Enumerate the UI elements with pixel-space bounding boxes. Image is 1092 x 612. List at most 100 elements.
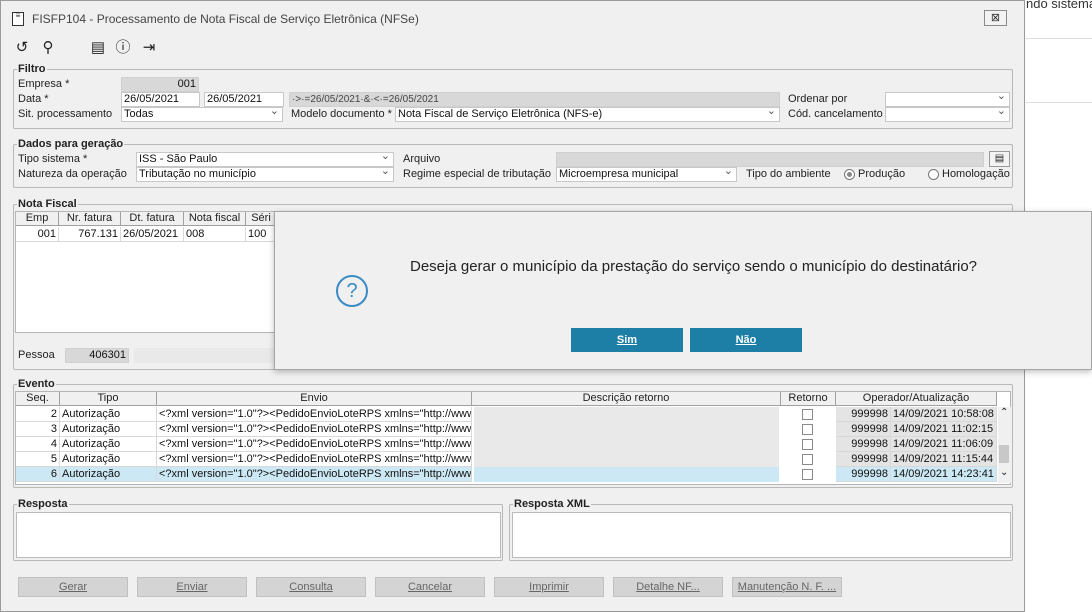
data-label: Data *: [18, 93, 49, 105]
no-button[interactable]: Não: [690, 328, 802, 352]
enviar-button[interactable]: Enviar: [137, 577, 247, 597]
gerar-button[interactable]: Gerar: [18, 577, 128, 597]
producao-label: Produção: [858, 168, 906, 180]
scroll-up-icon[interactable]: ⌃: [1000, 407, 1008, 418]
resposta-textarea[interactable]: [16, 512, 501, 558]
regime-especial-select[interactable]: Microempresa municipal: [556, 167, 737, 182]
imprimir-button[interactable]: Imprimir: [494, 577, 604, 597]
seq-cell: 6: [16, 467, 60, 482]
producao-radio[interactable]: [844, 169, 855, 180]
evento-rows: 2 Autorização <?xml version="1.0"?><Pedido…: [16, 407, 998, 483]
vertical-scrollbar[interactable]: ⌃ ⌄: [998, 407, 1011, 483]
retorno-desc-redacted: [474, 452, 779, 467]
evento-legend: Evento: [18, 378, 55, 390]
column-header[interactable]: Envio: [157, 392, 472, 406]
atualizacao-cell: 14/09/2021 10:58:08: [891, 407, 997, 422]
column-header[interactable]: Retorno: [781, 392, 836, 406]
natureza-operacao-select[interactable]: Tributação no município: [136, 167, 394, 182]
nota-fiscal-legend: Nota Fiscal: [18, 198, 77, 210]
regime-especial-label: Regime especial de tributação: [403, 168, 551, 180]
retorno-checkbox[interactable]: [802, 409, 813, 420]
close-button[interactable]: ⊠: [984, 10, 1007, 26]
dialog-message: Deseja gerar o município da prestação do…: [410, 258, 977, 275]
operador-cell: 999998: [836, 437, 891, 452]
emp-cell: 001: [16, 227, 59, 242]
tipo-sistema-label: Tipo sistema *: [18, 153, 88, 165]
document-icon: ≡: [12, 12, 24, 26]
generation-legend: Dados para geração: [18, 138, 124, 150]
empresa-field: 001: [121, 77, 199, 92]
tipo-sistema-select[interactable]: ISS - São Paulo: [136, 152, 394, 167]
date-expression-field: ·>·=26/05/2021·&·<·=26/05/2021: [289, 92, 780, 107]
yes-button[interactable]: Sim: [571, 328, 683, 352]
nota-cell: 008: [184, 227, 246, 242]
column-header[interactable]: Descrição retorno: [472, 392, 781, 406]
scroll-down-icon[interactable]: ⌄: [1000, 467, 1008, 478]
resposta-legend: Resposta: [18, 498, 68, 510]
date-to-field[interactable]: 26/05/2021: [204, 92, 284, 107]
undo-icon[interactable]: ↺: [13, 39, 31, 57]
dt-fatura-cell: 26/05/2021: [121, 227, 184, 242]
detalhe-nf-button[interactable]: Detalhe NF...: [613, 577, 723, 597]
operador-cell: 999998: [836, 422, 891, 437]
column-header[interactable]: Tipo: [60, 392, 157, 406]
browse-file-icon[interactable]: ▤: [989, 151, 1010, 167]
manutencao-nf-button[interactable]: Manutenção N. F. ...: [732, 577, 842, 597]
retorno-checkbox[interactable]: [802, 454, 813, 465]
help-icon[interactable]: ⓘ: [114, 39, 132, 57]
calendar-icon[interactable]: ▤: [89, 39, 107, 57]
consulta-button[interactable]: Consulta: [256, 577, 366, 597]
column-header[interactable]: Nr. fatura: [59, 212, 121, 226]
ordenar-por-label: Ordenar por: [788, 93, 848, 105]
ordenar-por-select[interactable]: [885, 92, 1010, 107]
retorno-checkbox[interactable]: [802, 469, 813, 480]
sit-processamento-select[interactable]: Todas: [121, 107, 283, 122]
operador-cell: 999998: [836, 467, 891, 482]
resposta-xml-textarea[interactable]: [512, 512, 1011, 558]
exit-icon[interactable]: ⇥: [140, 39, 158, 57]
homologacao-radio[interactable]: [928, 169, 939, 180]
question-icon: ?: [336, 275, 368, 307]
envio-cell: <?xml version="1.0"?><PedidoEnvioLoteRPS…: [157, 452, 472, 467]
tipo-ambiente-label: Tipo do ambiente: [746, 168, 831, 180]
cancelar-button[interactable]: Cancelar: [375, 577, 485, 597]
date-from-field[interactable]: 26/05/2021: [121, 92, 200, 107]
column-header[interactable]: Seq.: [16, 392, 60, 406]
evento-table: Seq. Tipo Envio Descrição retorno Retorn…: [15, 391, 1011, 485]
retorno-desc-redacted: [474, 422, 779, 437]
retorno-checkbox[interactable]: [802, 439, 813, 450]
column-header[interactable]: Dt. fatura: [121, 212, 184, 226]
background-divider: [1026, 38, 1092, 39]
envio-cell: <?xml version="1.0"?><PedidoEnvioLoteRPS…: [157, 467, 472, 482]
modelo-documento-label: Modelo documento *: [291, 108, 392, 120]
retorno-checkbox[interactable]: [802, 424, 813, 435]
envio-cell: <?xml version="1.0"?><PedidoEnvioLoteRPS…: [157, 437, 472, 452]
retorno-desc-redacted: [474, 467, 779, 482]
modelo-documento-select[interactable]: Nota Fiscal de Serviço Eletrônica (NFS-e…: [395, 107, 780, 122]
column-header[interactable]: Nota fiscal: [184, 212, 246, 226]
atualizacao-cell: 14/09/2021 11:02:15: [891, 422, 997, 437]
cod-cancelamento-select[interactable]: [885, 107, 1010, 122]
filter-legend: Filtro: [18, 63, 46, 75]
column-header[interactable]: Séri: [246, 212, 277, 226]
tipo-cell: Autorização: [60, 407, 157, 422]
tipo-cell: Autorização: [60, 452, 157, 467]
background-divider: [1026, 102, 1092, 103]
column-header[interactable]: Emp: [16, 212, 59, 226]
tipo-cell: Autorização: [60, 467, 157, 482]
operador-cell: 999998: [836, 452, 891, 467]
natureza-operacao-label: Natureza da operação: [18, 168, 127, 180]
window-title: FISFP104 - Processamento de Nota Fiscal …: [32, 12, 419, 26]
envio-cell: <?xml version="1.0"?><PedidoEnvioLoteRPS…: [157, 422, 472, 437]
seq-cell: 5: [16, 452, 60, 467]
pessoa-label: Pessoa: [18, 349, 55, 361]
arquivo-label: Arquivo: [403, 153, 441, 165]
tipo-cell: Autorização: [60, 422, 157, 437]
column-header[interactable]: Operador/Atualização: [836, 392, 997, 406]
scrollbar-thumb[interactable]: [999, 445, 1009, 463]
arquivo-field: [556, 152, 984, 167]
atualizacao-cell: 14/09/2021 11:06:09: [891, 437, 997, 452]
search-icon[interactable]: ⚲: [39, 39, 57, 57]
background-window-text: ndo sistema: [1026, 0, 1092, 11]
cod-cancelamento-label: Cód. cancelamento: [788, 108, 883, 120]
